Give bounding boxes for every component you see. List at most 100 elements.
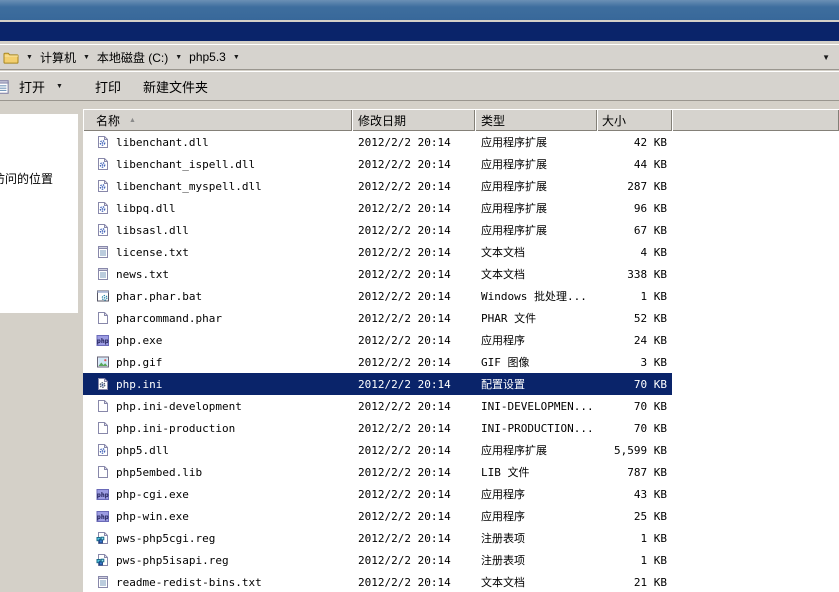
file-row[interactable]: php php-cgi.exe 2012/2/2 20:14 应用程序 43 K… — [83, 483, 672, 505]
file-row[interactable]: pws-php5cgi.reg 2012/2/2 20:14 注册表项 1 KB — [83, 527, 672, 549]
file-row[interactable]: php.ini-development 2012/2/2 20:14 INI-D… — [83, 395, 672, 417]
new-folder-button-label: 新建文件夹 — [143, 77, 208, 96]
bat-file-icon — [96, 289, 110, 303]
file-list-pane: 名称 ▲ 修改日期 类型 大小 libenchant.dll 2012/2/2 … — [83, 101, 839, 592]
file-size: 52 KB — [597, 312, 672, 325]
file-row[interactable]: php5embed.lib 2012/2/2 20:14 LIB 文件 787 … — [83, 461, 672, 483]
file-date-modified: 2012/2/2 20:14 — [352, 488, 475, 501]
file-size: 3 KB — [597, 356, 672, 369]
gif-file-icon — [96, 355, 110, 369]
file-size: 1 KB — [597, 290, 672, 303]
file-row[interactable]: libenchant_myspell.dll 2012/2/2 20:14 应用… — [83, 175, 672, 197]
breadcrumb-arrow-icon[interactable]: ▼ — [26, 54, 33, 61]
breadcrumb-local-disk-c[interactable]: 本地磁盘 (C:) — [95, 48, 170, 67]
dll-file-icon — [96, 443, 110, 457]
file-type: 应用程序 — [475, 332, 597, 348]
file-size: 70 KB — [597, 400, 672, 413]
file-row[interactable]: libsasl.dll 2012/2/2 20:14 应用程序扩展 67 KB — [83, 219, 672, 241]
file-type: INI-DEVELOPMEN... — [475, 400, 597, 413]
title-bar[interactable] — [0, 0, 839, 20]
file-row[interactable]: pharcommand.phar 2012/2/2 20:14 PHAR 文件 … — [83, 307, 672, 329]
file-row[interactable]: license.txt 2012/2/2 20:14 文本文档 4 KB — [83, 241, 672, 263]
breadcrumb-arrow-icon[interactable]: ▼ — [83, 54, 90, 61]
svg-text:php: php — [97, 513, 109, 521]
file-date-modified: 2012/2/2 20:14 — [352, 224, 475, 237]
file-name: libenchant.dll — [116, 136, 209, 149]
file-type: 配置设置 — [475, 376, 597, 392]
ini-file-icon — [96, 377, 110, 391]
file-row[interactable]: php.ini-production 2012/2/2 20:14 INI-PR… — [83, 417, 672, 439]
reg-file-icon — [96, 553, 110, 567]
sort-ascending-icon: ▲ — [129, 117, 136, 124]
file-size: 338 KB — [597, 268, 672, 281]
file-file-icon — [96, 421, 110, 435]
file-type: 应用程序扩展 — [475, 200, 597, 216]
file-size: 25 KB — [597, 510, 672, 523]
file-row[interactable]: libpq.dll 2012/2/2 20:14 应用程序扩展 96 KB — [83, 197, 672, 219]
breadcrumb-computer[interactable]: 计算机 — [38, 48, 78, 67]
file-name: php.ini-development — [116, 400, 242, 413]
sidebar-item-recent-places[interactable]: 访问的位置 — [0, 170, 53, 187]
file-row[interactable]: libenchant_ispell.dll 2012/2/2 20:14 应用程… — [83, 153, 672, 175]
file-row[interactable]: pws-php5isapi.reg 2012/2/2 20:14 注册表项 1 … — [83, 549, 672, 571]
file-size: 43 KB — [597, 488, 672, 501]
file-row[interactable]: readme-redist-bins.txt 2012/2/2 20:14 文本… — [83, 571, 672, 592]
file-date-modified: 2012/2/2 20:14 — [352, 554, 475, 567]
column-header-date-modified[interactable]: 修改日期 — [352, 109, 475, 131]
file-size: 42 KB — [597, 136, 672, 149]
column-header-date-label: 修改日期 — [358, 112, 406, 129]
file-date-modified: 2012/2/2 20:14 — [352, 422, 475, 435]
open-dropdown-icon[interactable]: ▼ — [56, 83, 63, 90]
file-size: 70 KB — [597, 422, 672, 435]
file-type: 应用程序扩展 — [475, 178, 597, 194]
file-size: 5,599 KB — [597, 444, 672, 457]
file-type: Windows 批处理... — [475, 288, 597, 304]
file-row[interactable]: php.gif 2012/2/2 20:14 GIF 图像 3 KB — [83, 351, 672, 373]
dll-file-icon — [96, 135, 110, 149]
file-row[interactable]: php php.exe 2012/2/2 20:14 应用程序 24 KB — [83, 329, 672, 351]
address-bar[interactable]: ▼ 计算机 ▼ 本地磁盘 (C:) ▼ php5.3 ▼ ▼ — [0, 44, 839, 70]
txt-file-icon — [96, 575, 110, 589]
file-type: PHAR 文件 — [475, 310, 597, 326]
php-file-icon: php — [96, 487, 110, 501]
file-name: php.ini-production — [116, 422, 235, 435]
file-type: 应用程序扩展 — [475, 442, 597, 458]
column-header-name-label: 名称 — [96, 112, 120, 129]
file-file-icon — [96, 465, 110, 479]
file-rows-container: libenchant.dll 2012/2/2 20:14 应用程序扩展 42 … — [83, 131, 839, 592]
print-button-label: 打印 — [95, 77, 121, 96]
file-size: 70 KB — [597, 378, 672, 391]
breadcrumb-arrow-icon[interactable]: ▼ — [233, 54, 240, 61]
file-type: 文本文档 — [475, 574, 597, 590]
file-name: libenchant_ispell.dll — [116, 158, 255, 171]
file-row[interactable]: phar.phar.bat 2012/2/2 20:14 Windows 批处理… — [83, 285, 672, 307]
file-name: php.exe — [116, 334, 162, 347]
file-type: 应用程序扩展 — [475, 222, 597, 238]
file-row[interactable]: libenchant.dll 2012/2/2 20:14 应用程序扩展 42 … — [83, 131, 672, 153]
file-date-modified: 2012/2/2 20:14 — [352, 532, 475, 545]
file-size: 96 KB — [597, 202, 672, 215]
column-header-size[interactable]: 大小 — [597, 109, 672, 131]
column-header-name[interactable]: 名称 ▲ — [83, 109, 352, 131]
file-row[interactable]: php.ini 2012/2/2 20:14 配置设置 70 KB — [83, 373, 672, 395]
file-row[interactable]: php php-win.exe 2012/2/2 20:14 应用程序 25 K… — [83, 505, 672, 527]
file-date-modified: 2012/2/2 20:14 — [352, 202, 475, 215]
file-row[interactable]: news.txt 2012/2/2 20:14 文本文档 338 KB — [83, 263, 672, 285]
file-row[interactable]: php5.dll 2012/2/2 20:14 应用程序扩展 5,599 KB — [83, 439, 672, 461]
open-button[interactable]: 打开 ▼ — [16, 75, 71, 98]
column-header-type[interactable]: 类型 — [475, 109, 597, 131]
new-folder-button[interactable]: 新建文件夹 — [140, 75, 211, 98]
dll-file-icon — [96, 201, 110, 215]
file-type: 注册表项 — [475, 530, 597, 546]
file-type: 应用程序扩展 — [475, 134, 597, 150]
print-button[interactable]: 打印 — [92, 75, 124, 98]
breadcrumb-arrow-icon[interactable]: ▼ — [175, 54, 182, 61]
address-history-dropdown-icon[interactable]: ▼ — [822, 53, 830, 62]
column-header-filler — [672, 109, 839, 131]
dll-file-icon — [96, 157, 110, 171]
file-type: 应用程序 — [475, 486, 597, 502]
file-name: php5.dll — [116, 444, 169, 457]
breadcrumb-php53[interactable]: php5.3 — [187, 49, 228, 65]
file-type: 文本文档 — [475, 266, 597, 282]
file-name: license.txt — [116, 246, 189, 259]
